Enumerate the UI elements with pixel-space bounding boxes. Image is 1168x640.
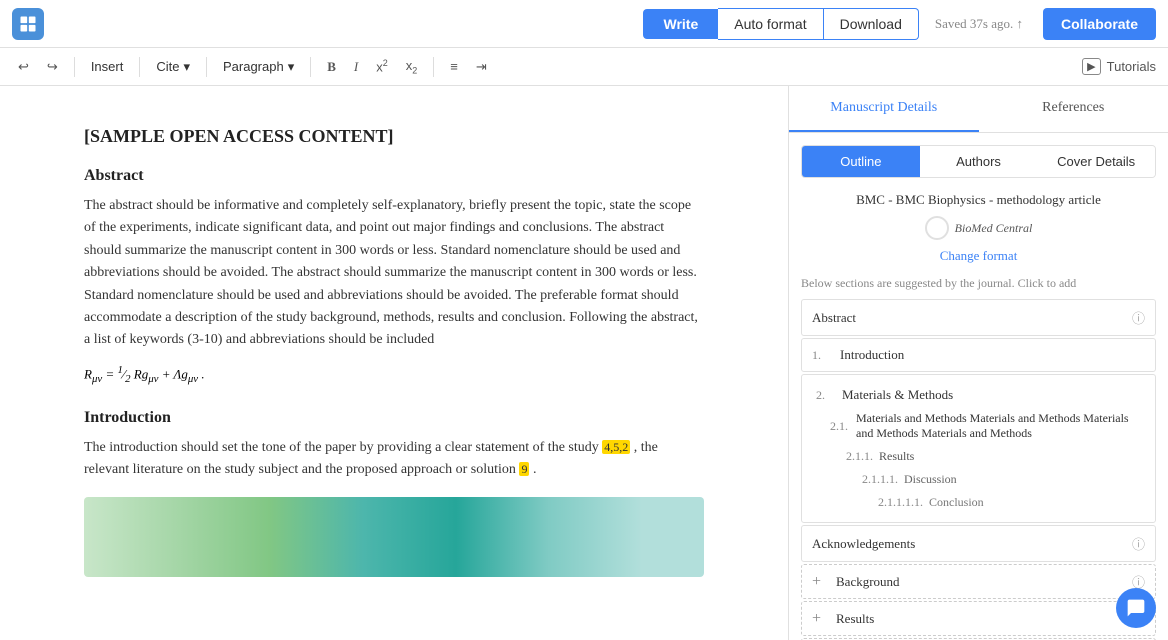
results-plus-icon: + <box>812 610 828 628</box>
introduction-section: Introduction The introduction should set… <box>84 409 704 578</box>
acknowledgements-label: Acknowledgements <box>812 536 915 552</box>
outline-item-methods[interactable]: 2. Materials & Methods <box>810 383 1147 407</box>
toolbar-separator-1 <box>74 57 75 77</box>
reference-highlight-2: 9 <box>519 462 529 476</box>
methods-sub-num: 2.1. <box>830 419 850 434</box>
toolbar-separator-3 <box>206 57 207 77</box>
conclusion-nested-label: Conclusion <box>929 495 984 510</box>
reference-highlight-1: 4,5,2 <box>602 440 630 454</box>
background-plus-icon: + <box>812 573 828 591</box>
intro-text-3: . <box>533 462 537 477</box>
image-inner <box>84 497 704 577</box>
editor-toolbar: ↩ ↪ Insert Cite ▾ Paragraph ▾ B I x2 x2 … <box>0 48 1168 86</box>
intro-num: 1. <box>812 348 832 363</box>
cite-label: Cite <box>156 59 179 74</box>
outline-item-methods-sub[interactable]: 2.1. Materials and Methods Materials and… <box>810 407 1147 445</box>
abstract-info-icon[interactable]: ⓘ <box>1132 308 1145 327</box>
paragraph-label: Paragraph <box>223 59 284 74</box>
paragraph-chevron-icon: ▾ <box>288 59 295 75</box>
outline-add-background[interactable]: + Background ⓘ <box>801 564 1156 599</box>
insert-label: Insert <box>91 59 124 74</box>
tutorials-button[interactable]: ▶ Tutorials <box>1082 58 1156 75</box>
acknowledgements-info-icon[interactable]: ⓘ <box>1132 534 1145 553</box>
subscript-button[interactable]: x2 <box>400 55 424 79</box>
outline-item-conclusion-nested[interactable]: 2.1.1.1.1. Conclusion <box>810 491 1147 514</box>
cite-chevron-icon: ▾ <box>183 59 190 75</box>
tutorials-icon: ▶ <box>1082 58 1100 75</box>
outline-add-results[interactable]: + Results ⓘ <box>801 601 1156 636</box>
italic-button[interactable]: I <box>348 56 364 78</box>
outline-item-acknowledgements[interactable]: Acknowledgements ⓘ <box>801 525 1156 562</box>
app-logo[interactable] <box>12 8 44 40</box>
download-button[interactable]: Download <box>824 8 919 40</box>
align-button[interactable]: ≡ <box>444 56 464 77</box>
toolbar-separator-4 <box>310 57 311 77</box>
bold-button[interactable]: B <box>321 56 342 78</box>
autoformat-button[interactable]: Auto format <box>718 8 823 40</box>
saved-status: Saved 37s ago. ↑ <box>935 16 1023 32</box>
tab-manuscript-details[interactable]: Manuscript Details <box>789 86 979 132</box>
editor-area[interactable]: [SAMPLE OPEN ACCESS CONTENT] Abstract Th… <box>0 86 788 640</box>
methods-label: Materials & Methods <box>842 387 953 403</box>
main-layout: [SAMPLE OPEN ACCESS CONTENT] Abstract Th… <box>0 86 1168 640</box>
superscript-button[interactable]: x2 <box>370 55 394 77</box>
formula: Rμν = 1⁄2 Rgμν + Λgμν . <box>84 364 704 385</box>
insert-dropdown[interactable]: Insert <box>85 56 130 77</box>
results-add-label: Results <box>836 611 874 627</box>
methods-sub-label: Materials and Methods Materials and Meth… <box>856 411 1141 441</box>
panel-tabs: Manuscript Details References <box>789 86 1168 133</box>
introduction-title: Introduction <box>84 409 704 427</box>
discussion-nested-num: 2.1.1.1. <box>862 472 898 487</box>
journal-info: BMC - BMC Biophysics - methodology artic… <box>801 192 1156 208</box>
redo-button[interactable]: ↪ <box>41 56 64 78</box>
editor-content: [SAMPLE OPEN ACCESS CONTENT] Abstract Th… <box>84 126 704 577</box>
chat-bubble-button[interactable] <box>1116 588 1156 628</box>
methods-num: 2. <box>816 388 836 403</box>
abstract-body: The abstract should be informative and c… <box>84 195 704 352</box>
panel-content: Outline Authors Cover Details BMC - BMC … <box>789 133 1168 640</box>
journal-logo: BioMed Central <box>801 216 1156 240</box>
biomed-label: BioMed Central <box>955 221 1033 236</box>
outline-nested-methods: 2. Materials & Methods 2.1. Materials an… <box>801 374 1156 523</box>
abstract-title: Abstract <box>84 167 704 185</box>
sample-title: [SAMPLE OPEN ACCESS CONTENT] <box>84 126 704 147</box>
abstract-outline-label: Abstract <box>812 310 856 326</box>
biomed-circle-icon <box>925 216 949 240</box>
write-button[interactable]: Write <box>643 9 718 39</box>
top-navigation: Write Auto format Download Saved 37s ago… <box>0 0 1168 48</box>
change-format-link[interactable]: Change format <box>801 248 1156 264</box>
sub-tab-outline[interactable]: Outline <box>802 146 920 177</box>
right-panel: Manuscript Details References Outline Au… <box>788 86 1168 640</box>
outline-item-results[interactable]: 2.1.1. Results <box>810 445 1147 468</box>
sub-tab-cover[interactable]: Cover Details <box>1037 146 1155 177</box>
toolbar-separator-2 <box>139 57 140 77</box>
results-label: Results <box>879 449 914 464</box>
discussion-nested-label: Discussion <box>904 472 957 487</box>
toolbar-separator-5 <box>433 57 434 77</box>
intro-text-1: The introduction should set the tone of … <box>84 440 599 455</box>
paragraph-dropdown[interactable]: Paragraph ▾ <box>217 56 300 78</box>
background-label: Background <box>836 574 900 590</box>
image-placeholder <box>84 497 704 577</box>
conclusion-nested-num: 2.1.1.1.1. <box>878 495 923 510</box>
sections-hint: Below sections are suggested by the jour… <box>801 276 1156 291</box>
results-num: 2.1.1. <box>846 449 873 464</box>
introduction-body: The introduction should set the tone of … <box>84 437 704 482</box>
sub-tabs: Outline Authors Cover Details <box>801 145 1156 178</box>
sub-tab-authors[interactable]: Authors <box>920 146 1038 177</box>
indent-button[interactable]: ⇥ <box>470 56 493 78</box>
outline-item-discussion-nested[interactable]: 2.1.1.1. Discussion <box>810 468 1147 491</box>
undo-button[interactable]: ↩ <box>12 56 35 78</box>
outline-item-introduction[interactable]: 1. Introduction <box>801 338 1156 372</box>
cite-dropdown[interactable]: Cite ▾ <box>150 56 196 78</box>
outline-item-abstract[interactable]: Abstract ⓘ <box>801 299 1156 336</box>
intro-outline-label: Introduction <box>840 347 904 363</box>
tab-references[interactable]: References <box>979 86 1168 132</box>
collaborate-button[interactable]: Collaborate <box>1043 8 1156 40</box>
tutorials-label: Tutorials <box>1107 59 1156 74</box>
